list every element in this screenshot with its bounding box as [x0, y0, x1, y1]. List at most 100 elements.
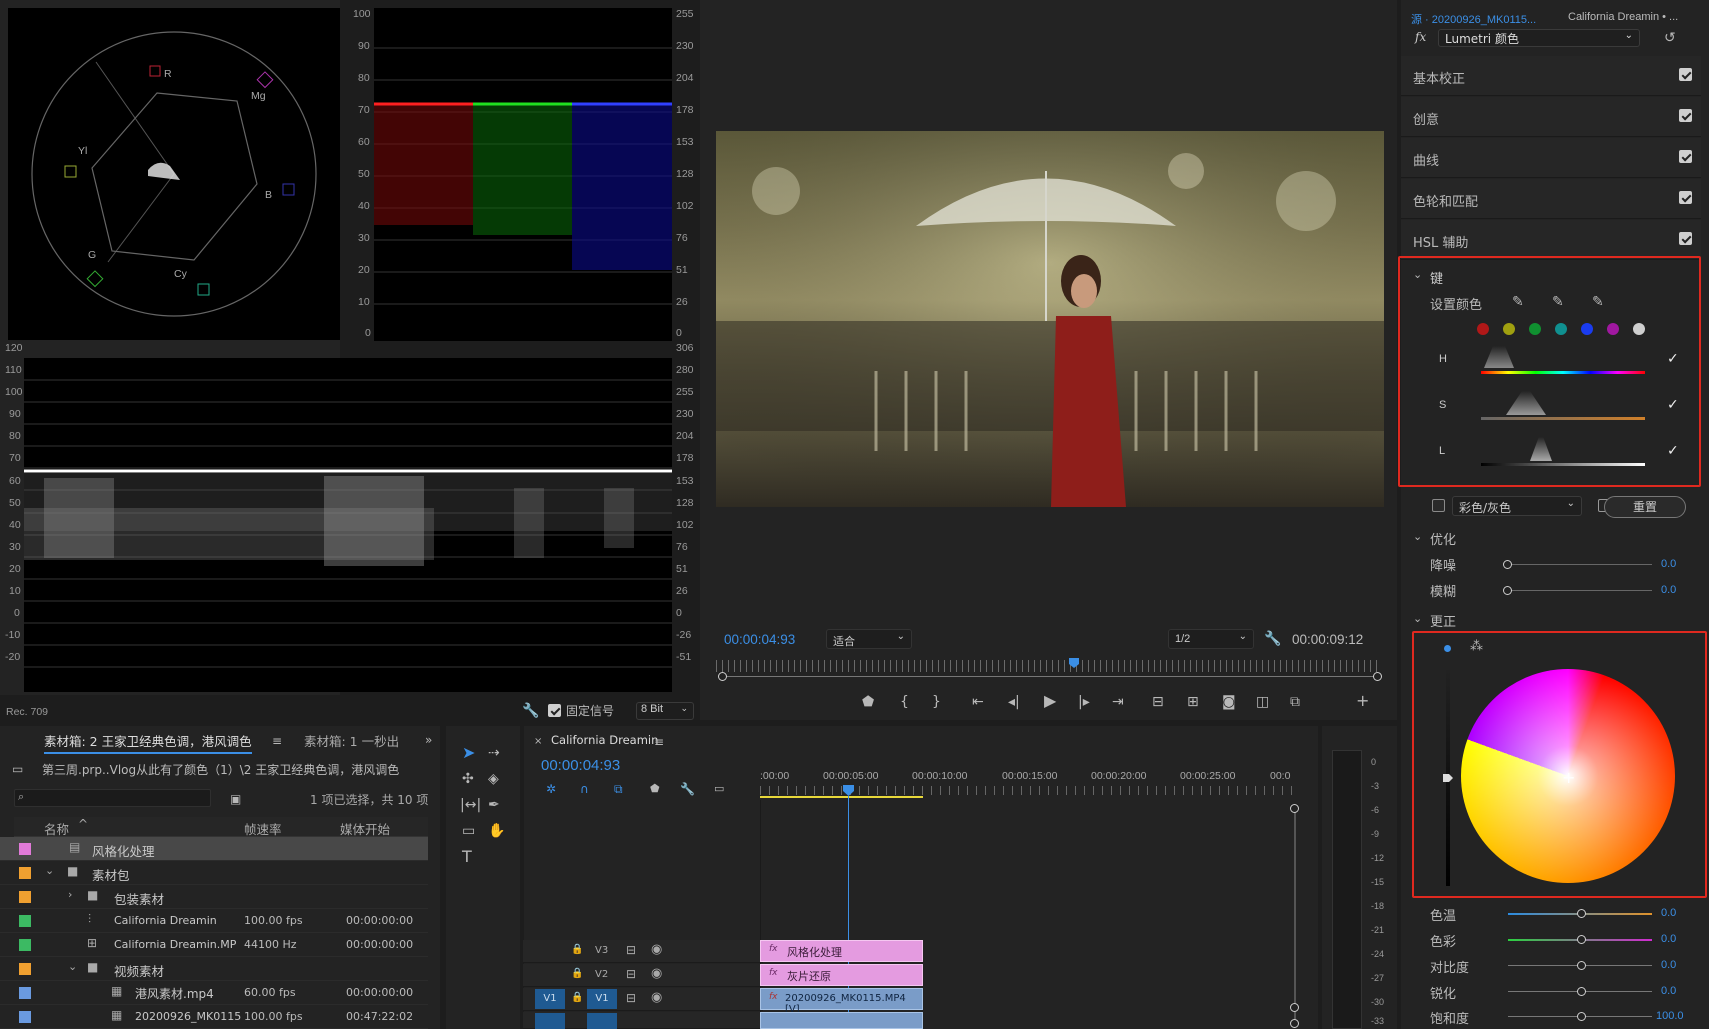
luma-range-slider[interactable]	[1481, 463, 1645, 466]
captions-icon[interactable]: ▭	[714, 782, 724, 796]
sync-icon[interactable]: ⊟	[626, 967, 636, 981]
wrench-icon[interactable]: 🔧	[1264, 632, 1281, 646]
clamp-signal-checkbox[interactable]	[548, 704, 561, 717]
track-v1[interactable]: V1 🔒 V1 ⊟ ◉	[523, 988, 763, 1011]
lumetri-source-tab[interactable]: 源 · 20200926_MK0115...	[1411, 11, 1536, 27]
blur-knob[interactable]	[1503, 586, 1512, 595]
timeline-timecode[interactable]: 00:00:04:93	[541, 757, 620, 774]
sync-icon[interactable]: ⊟	[626, 943, 636, 957]
chevron-down-icon[interactable]: ⌄	[1413, 530, 1422, 544]
comparison-view-icon[interactable]: ◫	[1256, 695, 1269, 709]
range-start-handle[interactable]	[718, 672, 727, 681]
add-button-icon[interactable]: +	[1356, 693, 1369, 709]
section-enable-checkbox[interactable]	[1679, 232, 1692, 245]
single-wheel-mode-icon[interactable]	[1444, 645, 1451, 652]
col-fps[interactable]: 帧速率	[244, 819, 282, 838]
tint-knob[interactable]	[1577, 935, 1586, 944]
chevron-right-icon[interactable]: ›	[68, 888, 72, 901]
list-item[interactable]: ⌄ ■ 素材包	[0, 861, 428, 885]
range-end-handle[interactable]	[1373, 672, 1382, 681]
selection-tool-icon[interactable]: ➤	[462, 745, 475, 761]
denoise-knob[interactable]	[1503, 560, 1512, 569]
temperature-value[interactable]: 0.0	[1661, 907, 1676, 919]
program-time-ruler[interactable]	[716, 660, 1382, 672]
scroll-bottom-handle[interactable]	[1290, 1003, 1299, 1012]
hand-tool-icon[interactable]: ✋	[488, 824, 505, 838]
sort-up-icon[interactable]: ^	[78, 817, 88, 831]
scroll-bottom-handle-2[interactable]	[1290, 1019, 1299, 1028]
list-item[interactable]: ▦ 港风素材.mp4 60.00 fps 00:00:00:00	[0, 981, 428, 1005]
section-enable-checkbox[interactable]	[1679, 109, 1692, 122]
panel-menu-icon[interactable]: ≡	[654, 735, 664, 749]
resolution-dropdown[interactable]: 1/2 ⌄	[1168, 629, 1254, 649]
wrench-icon[interactable]: 🔧	[680, 782, 695, 796]
eye-icon[interactable]: ◉	[651, 966, 662, 981]
razor-tool-icon[interactable]: ◈	[488, 772, 499, 786]
section-enable-checkbox[interactable]	[1679, 150, 1692, 163]
scroll-top-handle[interactable]	[1290, 804, 1299, 813]
lumetri-sequence-tab[interactable]: California Dreamin • ...	[1568, 11, 1678, 23]
saturation-knob[interactable]	[1577, 1012, 1586, 1021]
source-patch-audio[interactable]	[535, 1013, 565, 1029]
project-tab-2[interactable]: 素材箱: 1 一秒出	[304, 731, 399, 750]
type-tool-icon[interactable]: T	[462, 849, 472, 865]
program-current-timecode[interactable]: 00:00:04:93	[724, 632, 795, 647]
extract-icon[interactable]: ⊞	[1187, 695, 1199, 709]
play-icon[interactable]: ▶	[1044, 693, 1056, 709]
contrast-value[interactable]: 0.0	[1661, 959, 1676, 971]
lock-icon[interactable]: 🔒	[571, 992, 583, 1003]
camera-icon[interactable]: ◙	[1222, 695, 1236, 709]
swatch-red[interactable]	[1477, 323, 1489, 335]
three-wheel-mode-icon[interactable]: ⁂	[1470, 640, 1483, 654]
blur-slider[interactable]	[1508, 590, 1652, 591]
wrench-icon[interactable]: 🔧	[522, 704, 539, 718]
list-item[interactable]: ▤ 风格化处理	[0, 837, 428, 861]
swatch-cyan[interactable]	[1555, 323, 1567, 335]
track-a1[interactable]	[523, 1012, 763, 1029]
s-enable-check[interactable]: ✓	[1667, 397, 1679, 413]
tint-value[interactable]: 0.0	[1661, 933, 1676, 945]
eye-icon[interactable]: ◉	[651, 942, 662, 957]
linked-selection-icon[interactable]: ⧉	[614, 782, 623, 796]
marker-icon[interactable]: ⬟	[862, 695, 874, 709]
eyedropper-add-icon[interactable]: ✎	[1552, 295, 1564, 309]
list-item[interactable]: ▦ 20200926_MK0115 100.00 fps 00:47:22:02	[0, 1005, 428, 1029]
list-item[interactable]: ⫶ California Dreamin 100.00 fps 00:00:00…	[0, 909, 428, 933]
section-enable-checkbox[interactable]	[1679, 191, 1692, 204]
section-creative[interactable]: 创意	[1401, 97, 1701, 137]
temperature-knob[interactable]	[1577, 909, 1586, 918]
program-range-bar[interactable]	[722, 676, 1376, 677]
new-bin-icon[interactable]: ▣	[230, 792, 241, 806]
section-color-wheels[interactable]: 色轮和匹配	[1401, 179, 1701, 219]
h-enable-check[interactable]: ✓	[1667, 351, 1679, 367]
clip-gray-restore[interactable]: fx 灰片还原	[760, 964, 923, 986]
col-media-start[interactable]: 媒体开始	[340, 819, 390, 838]
reset-effect-icon[interactable]: ↺	[1664, 31, 1676, 45]
ripple-edit-tool-icon[interactable]: ✣	[462, 772, 474, 786]
mark-in-icon[interactable]: {	[900, 695, 909, 709]
chevron-down-icon[interactable]: ⌄	[1413, 268, 1422, 282]
sharpen-value[interactable]: 0.0	[1661, 985, 1676, 997]
eye-icon[interactable]: ◉	[651, 990, 662, 1005]
bit-depth-select[interactable]: 8 Bit ⌄	[636, 702, 694, 720]
chevron-down-icon[interactable]: ⌄	[45, 864, 54, 877]
section-enable-checkbox[interactable]	[1679, 68, 1692, 81]
list-item[interactable]: ⌄ ■ 视频素材	[0, 957, 428, 981]
chevron-down-icon[interactable]: ⌄	[1413, 612, 1422, 626]
effect-select[interactable]: Lumetri 颜色 ⌄	[1438, 29, 1640, 47]
step-back-icon[interactable]: ◂|	[1008, 695, 1020, 709]
show-mask-checkbox[interactable]	[1432, 499, 1445, 512]
sharpen-knob[interactable]	[1577, 987, 1586, 996]
section-basic-correction[interactable]: 基本校正	[1401, 56, 1701, 96]
track-v3[interactable]: 🔒 V3 ⊟ ◉	[523, 940, 763, 963]
clip-main-video[interactable]: fx 20200926_MK0115.MP4 [V]	[760, 988, 923, 1015]
track-target-audio[interactable]	[587, 1013, 617, 1029]
clip-stylize[interactable]: fx 风格化处理	[760, 940, 923, 962]
slip-tool-icon[interactable]: |↔|	[460, 798, 481, 812]
work-area-bar[interactable]	[760, 796, 923, 798]
track-select-tool-icon[interactable]: ⇢	[488, 746, 500, 760]
sat-range-slider[interactable]	[1481, 417, 1645, 420]
saturation-value[interactable]: 100.0	[1656, 1010, 1684, 1022]
swatch-magenta[interactable]	[1607, 323, 1619, 335]
swatch-gray[interactable]	[1633, 323, 1645, 335]
